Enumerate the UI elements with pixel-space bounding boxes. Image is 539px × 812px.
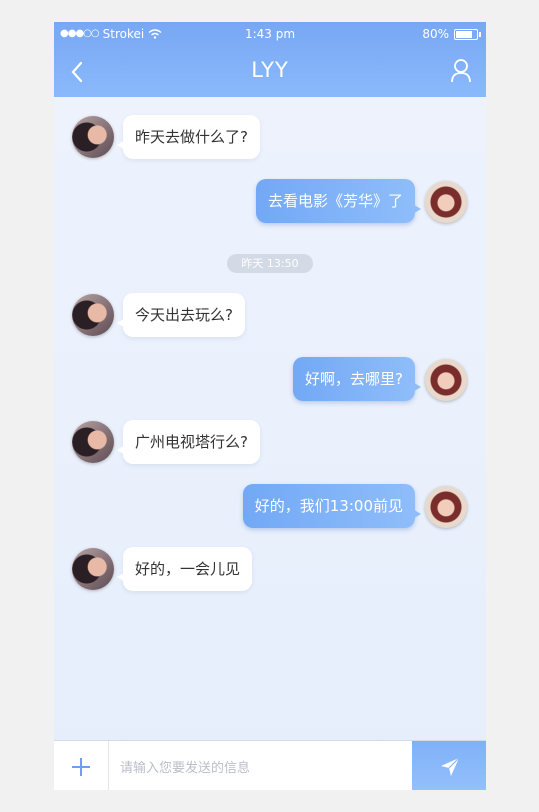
user-icon	[451, 59, 471, 83]
sent-message-bubble[interactable]: 好的，我们13:00前见	[242, 484, 422, 528]
message-row: 今天出去玩么?	[54, 293, 486, 337]
message-row: 去看电影《芳华》了	[54, 179, 486, 223]
status-right: 80%	[422, 22, 481, 46]
sent-message-bubble[interactable]: 去看电影《芳华》了	[255, 179, 422, 223]
message-composer	[54, 740, 486, 790]
my-avatar[interactable]	[425, 486, 467, 528]
battery-fill	[456, 30, 472, 38]
my-avatar[interactable]	[425, 359, 467, 401]
battery-percent: 80%	[422, 27, 449, 41]
time-divider: 昨天 13:50	[227, 254, 313, 273]
received-message-bubble[interactable]: 广州电视塔行么?	[117, 420, 260, 464]
send-button[interactable]	[412, 741, 486, 790]
nav-bar: LYY	[54, 46, 486, 97]
contact-avatar[interactable]	[72, 116, 114, 158]
received-message-bubble[interactable]: 昨天去做什么了?	[117, 115, 260, 159]
status-time: 1:43 pm	[244, 27, 296, 41]
sent-message-bubble[interactable]: 好啊，去哪里?	[293, 357, 421, 401]
contact-avatar[interactable]	[72, 548, 114, 590]
contact-avatar[interactable]	[72, 421, 114, 463]
received-message-bubble[interactable]: 今天出去玩么?	[117, 293, 245, 337]
message-row: 好的，我们13:00前见	[54, 484, 486, 528]
chat-screen: ●●●○○ Strokei 1:43 pm 80% LYY 昨天去做什么了? 去…	[54, 22, 486, 790]
add-attachment-button[interactable]	[54, 741, 109, 790]
message-row: 昨天去做什么了?	[54, 115, 486, 159]
message-row: 好啊，去哪里?	[54, 357, 486, 401]
battery-icon	[454, 28, 481, 40]
send-icon	[441, 757, 460, 776]
profile-button[interactable]	[450, 58, 472, 84]
message-row: 广州电视塔行么?	[54, 420, 486, 464]
chat-title: LYY	[251, 58, 289, 82]
my-avatar[interactable]	[425, 181, 467, 223]
status-bar: ●●●○○ Strokei 1:43 pm 80%	[54, 22, 486, 46]
message-row: 好的，一会儿见	[54, 547, 486, 591]
header: ●●●○○ Strokei 1:43 pm 80% LYY	[54, 22, 486, 97]
message-input[interactable]	[118, 755, 402, 781]
received-message-bubble[interactable]: 好的，一会儿见	[116, 547, 253, 591]
contact-avatar[interactable]	[72, 294, 114, 336]
